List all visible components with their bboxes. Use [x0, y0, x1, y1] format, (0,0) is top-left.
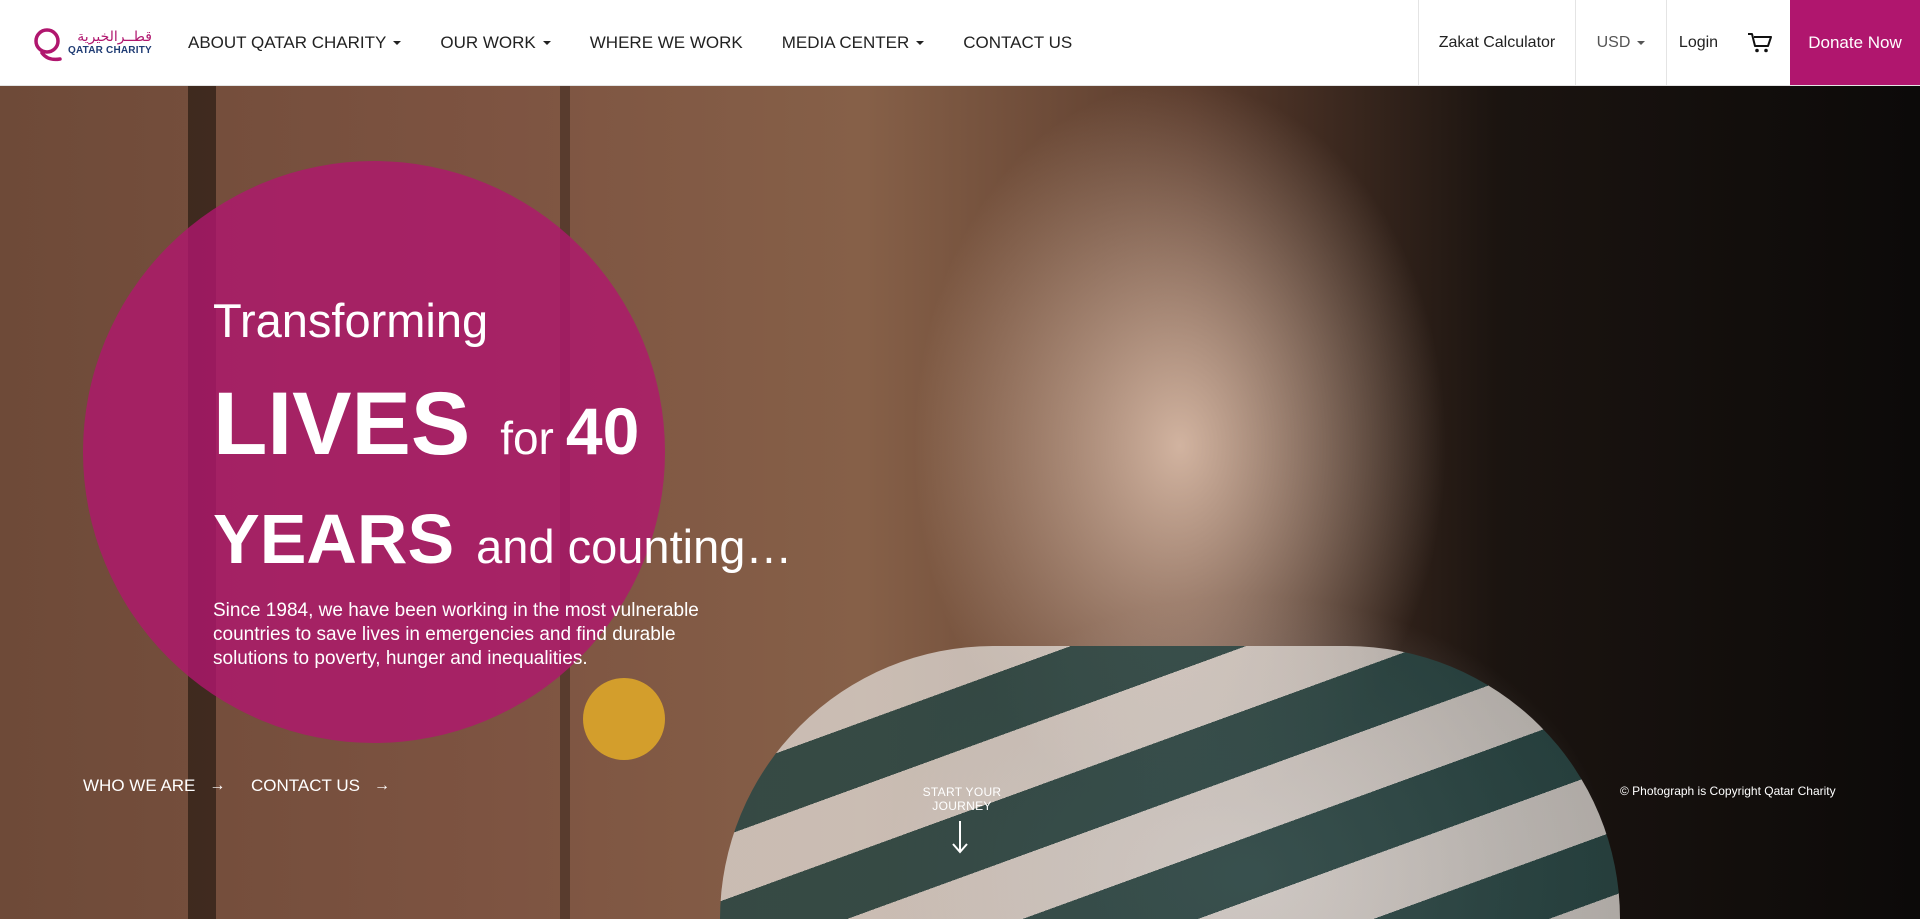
- nav-where-we-work[interactable]: WHERE WE WORK: [590, 33, 743, 53]
- arrow-right-icon: →: [209, 777, 226, 794]
- qatar-charity-logo[interactable]: قطــرالخيرية QATAR CHARITY: [0, 0, 170, 85]
- start-your-journey-link[interactable]: START YOUR JOURNEY: [892, 785, 1032, 813]
- nav-label: WHERE WE WORK: [589, 32, 743, 52]
- zakat-calculator-link[interactable]: Zakat Calculator: [1418, 0, 1575, 85]
- arrow-down-icon[interactable]: [951, 820, 969, 854]
- cart-button[interactable]: [1730, 0, 1790, 85]
- yellow-dot: [583, 678, 665, 760]
- main-nav: ABOUT QATAR CHARITY OUR WORK WHERE WE WO…: [188, 0, 1111, 85]
- cart-icon: [1748, 32, 1772, 52]
- caret-down-icon: [393, 40, 402, 45]
- logo-english-text: QATAR CHARITY: [68, 44, 152, 56]
- hero-heading-line1: Transforming: [213, 294, 489, 347]
- login-link[interactable]: Login: [1666, 0, 1730, 85]
- nav-media-center[interactable]: MEDIA CENTER: [782, 33, 925, 53]
- caret-down-icon: [916, 40, 925, 45]
- photo-copyright: © Photograph is Copyright Qatar Charity: [1620, 784, 1836, 798]
- who-we-are-link[interactable]: WHO WE ARE →: [83, 776, 225, 796]
- currency-selector[interactable]: USD: [1575, 0, 1666, 85]
- hero-lives-word: LIVES: [213, 373, 471, 473]
- caret-down-icon: [542, 40, 551, 45]
- hero-description: Since 1984, we have been working in the …: [213, 600, 699, 669]
- cta-label: WHO WE ARE: [83, 776, 196, 795]
- currency-value: USD: [1596, 33, 1631, 51]
- hero-contact-us-link[interactable]: CONTACT US →: [251, 776, 390, 796]
- nav-about-qatar-charity[interactable]: ABOUT QATAR CHARITY: [188, 32, 402, 53]
- cta-label: CONTACT US: [251, 776, 360, 795]
- arrow-right-icon: →: [373, 777, 390, 794]
- hero-section: Transforming LIVES for 40 YEARS and coun…: [0, 86, 1920, 919]
- nav-our-work[interactable]: OUR WORK: [440, 32, 551, 53]
- site-header: قطــرالخيرية QATAR CHARITY ABOUT QATAR C…: [0, 0, 1920, 86]
- hero-forty-number: 40: [565, 394, 640, 468]
- nav-contact-us[interactable]: CONTACT US: [963, 33, 1072, 53]
- logo-mark-icon: [34, 27, 62, 61]
- hero-for-word: for: [500, 412, 554, 464]
- hero-counting-text: and counting…: [476, 520, 793, 573]
- hero-years-word: YEARS: [213, 500, 455, 578]
- nav-label: MEDIA CENTER: [781, 32, 910, 52]
- caret-down-icon: [1637, 40, 1646, 45]
- donate-now-button[interactable]: Donate Now: [1790, 0, 1920, 85]
- logo-arabic-text: قطــرالخيرية: [77, 28, 152, 45]
- hero-sweater-detail: [720, 646, 1620, 919]
- nav-label: OUR WORK: [440, 32, 536, 52]
- header-utilities: Zakat Calculator USD Login Donate Now: [1418, 0, 1920, 85]
- hero-heading-line3: YEARS and counting…: [213, 499, 792, 579]
- nav-label: CONTACT US: [963, 32, 1073, 52]
- hero-heading-line2: LIVES for 40: [213, 372, 639, 475]
- nav-label: ABOUT QATAR CHARITY: [188, 32, 387, 52]
